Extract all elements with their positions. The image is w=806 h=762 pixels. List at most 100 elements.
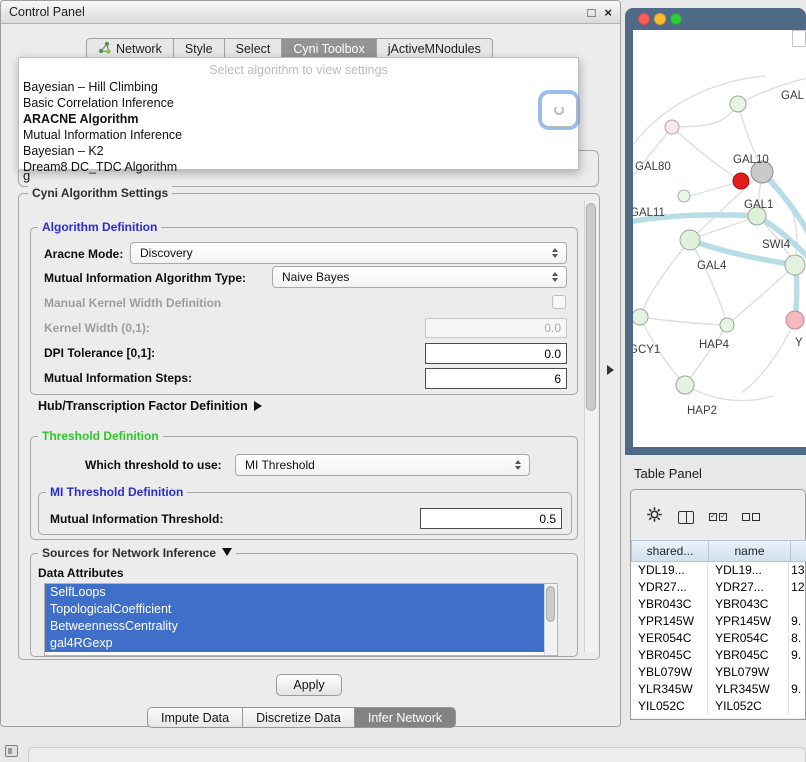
node-label-gal80: GAL80 [635, 161, 671, 173]
table-cell: 8. [789, 630, 805, 647]
mi-type-select[interactable]: Naive Bayes [272, 266, 567, 288]
bottom-tab-infer-network[interactable]: Infer Network [355, 707, 456, 728]
apply-button[interactable]: Apply [276, 674, 342, 696]
settings-scrollbar[interactable] [584, 201, 598, 652]
network-node[interactable] [786, 311, 804, 329]
attribute-list-scrollbar[interactable] [544, 584, 557, 655]
network-edge[interactable] [743, 320, 795, 392]
attribute-item-gal4rgexp[interactable]: gal4RGexp [45, 635, 544, 652]
network-edge[interactable] [640, 317, 727, 325]
column-header-shared[interactable]: shared... [631, 540, 709, 562]
network-edge[interactable] [640, 240, 690, 317]
algorithm-option-dream8-dc-tdc-algorithm[interactable]: Dream8 DC_TDC Algorithm [19, 159, 578, 175]
network-node[interactable] [678, 190, 690, 202]
sources-toggle[interactable]: Sources for Network Inference [38, 546, 236, 560]
network-node[interactable] [720, 318, 734, 332]
bottom-tab-discretize-data[interactable]: Discretize Data [243, 707, 355, 728]
table-cell: YDL19... [708, 562, 789, 579]
select-all-icon[interactable]: ✓✓ [709, 513, 727, 521]
bottom-tab-bar: Impute DataDiscretize DataInfer Network [147, 707, 456, 728]
algorithm-option-bayesian-hill-climbing[interactable]: Bayesian – Hill Climbing [19, 79, 578, 95]
mi-type-label: Mutual Information Algorithm Type: [44, 271, 246, 285]
table-row[interactable]: YDR27...YDR27...12 [631, 579, 805, 596]
table-cell: YBR043C [708, 596, 789, 613]
table-cell: YIL052C [631, 698, 708, 715]
algorithm-option-mutual-information-inference[interactable]: Mutual Information Inference [19, 127, 578, 143]
algorithm-dropdown-popup: Select algorithm to view settings Bayesi… [18, 57, 579, 170]
column-header-2[interactable] [791, 540, 806, 562]
network-edge[interactable] [757, 216, 806, 260]
network-edge[interactable] [633, 76, 765, 150]
network-canvas[interactable]: GALGAL80GAL10GAL11GAL1SWI4GAL4GCY1HAP4HA… [633, 30, 806, 447]
network-edge[interactable] [727, 265, 795, 325]
network-node[interactable] [733, 173, 749, 189]
table-cell: YDR27... [708, 579, 789, 596]
network-edge[interactable] [672, 127, 741, 181]
attribute-item-selfloops[interactable]: SelfLoops [45, 584, 544, 601]
network-edge[interactable] [672, 104, 738, 127]
network-node[interactable] [665, 120, 679, 134]
table-row[interactable]: YPR145WYPR145W9. [631, 613, 805, 630]
network-graph[interactable]: GALGAL80GAL10GAL11GAL1SWI4GAL4GCY1HAP4HA… [633, 30, 806, 447]
table-row[interactable]: YER054CYER054C8. [631, 630, 805, 647]
table-header: shared...name [631, 540, 806, 562]
algorithm-option-basic-correlation-inference[interactable]: Basic Correlation Inference [19, 95, 578, 111]
float-window-button[interactable]: □ [588, 6, 596, 19]
network-node[interactable] [680, 230, 700, 250]
aracne-mode-select[interactable]: Discovery [130, 242, 567, 264]
hub-section-toggle[interactable]: Hub/Transcription Factor Definition [38, 399, 262, 413]
panel-splitter-handle[interactable] [607, 365, 614, 375]
network-edge[interactable] [633, 127, 672, 182]
network-node[interactable] [730, 96, 746, 112]
collapsed-bottom-panel[interactable] [28, 747, 806, 762]
zoom-traffic-light[interactable] [670, 13, 682, 25]
columns-icon[interactable] [678, 511, 694, 524]
table-row[interactable]: YBR045CYBR045C9. [631, 647, 805, 664]
gear-icon[interactable] [646, 506, 663, 528]
attribute-list[interactable]: SelfLoopsTopologicalCoefficientBetweenne… [44, 583, 558, 656]
mi-steps-input[interactable]: 6 [425, 368, 567, 389]
table-row[interactable]: YBR043CYBR043C [631, 596, 805, 613]
table-row[interactable]: YDL19...YDL19...13 [631, 562, 805, 579]
table-cell: YPR145W [631, 613, 708, 630]
bottom-tab-impute-data[interactable]: Impute Data [147, 707, 243, 728]
which-threshold-label: Which threshold to use: [85, 458, 222, 472]
table-row[interactable]: YIL052CYIL052C [631, 698, 805, 715]
close-traffic-light[interactable] [638, 13, 650, 25]
attribute-list-scrollbar-thumb[interactable] [546, 586, 555, 622]
algorithm-option-bayesian-k2[interactable]: Bayesian – K2 [19, 143, 578, 159]
table-row[interactable]: YBL079WYBL079W [631, 664, 805, 681]
algorithm-refresh-button[interactable] [541, 93, 577, 127]
settings-scrollbar-thumb[interactable] [586, 203, 596, 411]
network-edge[interactable] [762, 172, 797, 265]
network-edge[interactable] [685, 325, 727, 385]
network-edge[interactable] [685, 385, 773, 401]
network-node[interactable] [676, 376, 694, 394]
table-cell: YPR145W [708, 613, 789, 630]
close-window-button[interactable]: × [604, 6, 612, 19]
window-title: Control Panel [9, 5, 579, 19]
aracne-mode-value: Discovery [140, 246, 550, 260]
network-edge[interactable] [690, 216, 757, 240]
network-node[interactable] [633, 309, 648, 325]
node-label-gal10: GAL10 [733, 154, 769, 166]
manual-kernel-checkbox[interactable] [552, 295, 566, 309]
dpi-tolerance-input[interactable]: 0.0 [425, 343, 567, 364]
network-node[interactable] [785, 255, 805, 275]
minimize-traffic-light[interactable] [654, 13, 666, 25]
kernel-width-input[interactable]: 0.0 [425, 318, 567, 338]
mi-threshold-input[interactable]: 0.5 [420, 508, 562, 529]
table-row[interactable]: YLR345WYLR345W9. [631, 681, 805, 698]
restore-panel-icon[interactable] [5, 745, 18, 757]
attribute-item-topologicalcoefficient[interactable]: TopologicalCoefficient [45, 601, 544, 618]
attribute-item-betweennesscentrality[interactable]: BetweennessCentrality [45, 618, 544, 635]
table-cell: 9. [789, 647, 805, 664]
which-threshold-select[interactable]: MI Threshold [235, 454, 530, 476]
node-label-hap2: HAP2 [687, 405, 717, 417]
algorithm-option-aracne-algorithm[interactable]: ARACNE Algorithm [19, 111, 578, 127]
column-header-name[interactable]: name [709, 540, 791, 562]
tab-label: Network [116, 42, 162, 56]
deselect-all-icon[interactable] [742, 513, 760, 521]
network-edge[interactable] [690, 240, 727, 325]
control-panel-titlebar[interactable]: Control Panel □ × [1, 1, 620, 24]
